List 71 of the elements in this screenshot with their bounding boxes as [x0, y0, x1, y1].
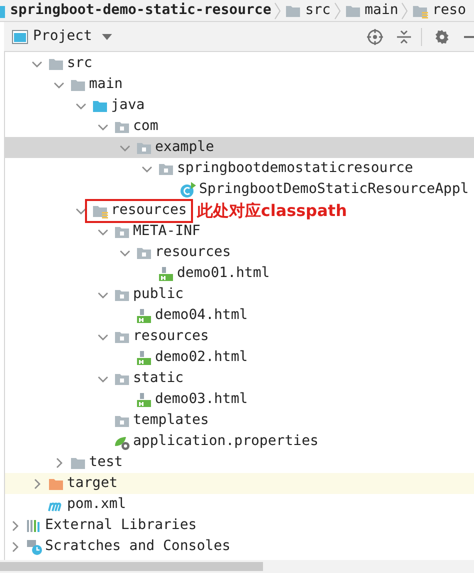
- tree-item-label: demo01.html: [177, 264, 270, 283]
- tree-row[interactable]: main: [5, 74, 474, 95]
- tree-item-label: resources: [155, 243, 231, 262]
- tree-row[interactable]: static: [5, 368, 474, 389]
- tree-item-label: Scratches and Consoles: [45, 537, 230, 556]
- file-icon: [158, 266, 174, 282]
- tree-item-label: META-INF: [133, 222, 200, 241]
- tree-row[interactable]: test: [5, 452, 474, 473]
- tree-item-label: External Libraries: [45, 516, 197, 535]
- file-icon: [136, 308, 152, 324]
- collapse-all-icon[interactable]: [397, 28, 411, 44]
- tree-row[interactable]: com: [5, 116, 474, 137]
- caret-icon: [102, 34, 112, 40]
- tree-row[interactable]: public: [5, 284, 474, 305]
- tree-item-label: demo02.html: [155, 348, 248, 367]
- tree-row[interactable]: resources: [5, 326, 474, 347]
- breadcrumb-item[interactable]: main: [364, 0, 398, 21]
- tree-item-label: main: [89, 75, 123, 94]
- separator-icon: [334, 2, 342, 20]
- class-icon: [180, 182, 196, 198]
- breadcrumb-item[interactable]: reso: [432, 0, 466, 21]
- tree-row[interactable]: demo03.html: [5, 389, 474, 410]
- separator-icon: [274, 2, 282, 20]
- tree-item-label: static: [133, 369, 184, 388]
- tree-item-label: templates: [133, 411, 209, 430]
- tree-item-label: resources: [111, 201, 187, 220]
- minimize-icon[interactable]: [464, 36, 474, 38]
- tree-row[interactable]: application.properties: [5, 431, 474, 452]
- horizontal-scrollbar[interactable]: [0, 562, 263, 571]
- tree-item-label: demo04.html: [155, 306, 248, 325]
- tree-row[interactable]: SpringbootDemoStaticResourceAppl: [5, 179, 474, 200]
- tree-item-label: java: [111, 96, 145, 115]
- tree-item-label: target: [67, 474, 118, 493]
- project-view-dropdown[interactable]: Project: [33, 26, 112, 47]
- tree-item-label: resources: [133, 327, 209, 346]
- clock-icon: [26, 538, 42, 554]
- tree-row[interactable]: demo02.html: [5, 347, 474, 368]
- tree-item-label: springbootdemostaticresource: [177, 159, 414, 178]
- file-icon: [136, 350, 152, 366]
- breadcrumb-item[interactable]: springboot-demo-static-resource: [10, 0, 272, 21]
- tree-row[interactable]: External Libraries: [5, 515, 474, 536]
- separator-icon: [401, 2, 410, 20]
- tree-row[interactable]: demo04.html: [5, 305, 474, 326]
- window-icon: [12, 30, 28, 44]
- tree-row[interactable]: src: [5, 53, 474, 74]
- tree-item-label: demo03.html: [155, 390, 248, 409]
- tree-row[interactable]: java: [5, 95, 474, 116]
- tree-row[interactable]: demo01.html: [5, 263, 474, 284]
- settings-icon[interactable]: [434, 28, 450, 44]
- tree-row[interactable]: target: [5, 473, 474, 494]
- tree-item-label: public: [133, 285, 184, 304]
- tree-item-label: test: [89, 453, 123, 472]
- tree-item-label: example: [155, 138, 214, 157]
- bars-icon: [26, 518, 42, 534]
- tree-row[interactable]: pom.xml: [5, 494, 474, 515]
- tree-item-label: pom.xml: [67, 495, 126, 514]
- tree-row[interactable]: META-INF: [5, 221, 474, 242]
- tree-row[interactable]: example: [5, 137, 474, 158]
- tree-row[interactable]: templates: [5, 410, 474, 431]
- tree-item-label: com: [133, 117, 158, 136]
- tree-row[interactable]: Scratches and Consoles: [5, 536, 474, 557]
- tree-row[interactable]: resources 此处对应classpath: [5, 200, 474, 221]
- tree-row[interactable]: springbootdemostaticresource: [5, 158, 474, 179]
- annotation-text: 此处对应classpath: [196, 200, 347, 222]
- locate-icon[interactable]: [367, 28, 383, 44]
- tree-item-label: src: [67, 54, 92, 73]
- breadcrumb-item[interactable]: src: [305, 0, 331, 21]
- tree-item-label: SpringbootDemoStaticResourceAppl: [199, 180, 469, 199]
- file-icon: [136, 392, 152, 408]
- tree-row[interactable]: resources: [5, 242, 474, 263]
- tree-item-label: application.properties: [133, 432, 318, 451]
